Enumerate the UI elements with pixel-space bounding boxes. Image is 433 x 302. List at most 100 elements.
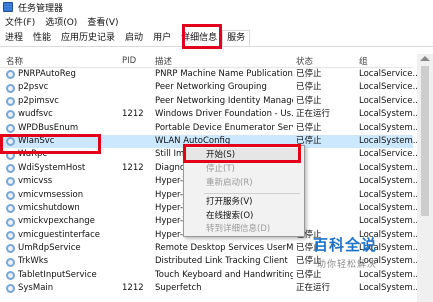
column-pid[interactable]: PID <box>122 56 150 66</box>
highlight-box-context-item <box>183 144 301 163</box>
service-group: LocalSystem... <box>359 109 417 120</box>
gear-icon <box>6 190 15 200</box>
service-name-text: p2pimsvc <box>18 95 59 106</box>
service-description: Superfetch <box>155 283 202 294</box>
service-name: vmickvpexchange <box>6 215 116 228</box>
tab-app-history[interactable]: 应用历史记录 <box>56 30 120 46</box>
service-status: 已停止 <box>296 135 322 146</box>
gear-icon <box>6 271 15 281</box>
service-name: vmicvmsession <box>6 189 116 202</box>
gear-icon <box>6 284 15 294</box>
service-group: LocalService... <box>359 149 417 160</box>
service-group: LocalSystem... <box>359 162 417 173</box>
service-name: UmRdpService <box>6 242 116 255</box>
watermark-logo: 百科全说 <box>313 236 378 254</box>
service-status: 正在运行 <box>296 283 331 294</box>
ctx-item-search-online[interactable]: 在线搜索(O) <box>206 210 253 222</box>
service-group: LocalSystem... <box>359 176 417 187</box>
vertical-scrollbar[interactable] <box>417 54 433 302</box>
highlight-box-row <box>0 134 101 154</box>
service-group: LocalService... <box>359 95 417 106</box>
tab-services[interactable]: 服务 <box>222 30 251 46</box>
service-name-text: PNRPAutoReg <box>18 69 76 79</box>
menu-options[interactable]: 选项(O) <box>40 15 82 28</box>
service-description: Peer Networking Identity Manager <box>155 95 293 106</box>
gear-icon <box>6 96 15 106</box>
scroll-up-arrow-icon[interactable] <box>420 56 430 61</box>
service-name-text: WPDBusEnum <box>18 122 79 133</box>
table-row[interactable]: PNRPAutoReg PNRP Machine Name Publication… <box>0 68 417 81</box>
scroll-thumb[interactable] <box>421 66 429 216</box>
table-row[interactable]: p2psvc Peer Networking Grouping 已停止 LocalSe… <box>0 81 417 94</box>
watermark-subtitle: 助你轻松解决 <box>317 260 378 270</box>
service-status: 已停止 <box>296 95 322 106</box>
service-group: LocalService... <box>359 69 417 79</box>
service-name: WPDBusEnum <box>6 122 116 135</box>
watermark: 百科全说 助你轻松解决 <box>313 232 409 274</box>
service-group: LocalSystem... <box>359 202 417 213</box>
tab-users[interactable]: 用户 <box>148 30 176 46</box>
ctx-item-open-services[interactable]: 打开服务(V) <box>206 196 252 208</box>
service-name: vmicshutdown <box>6 202 116 215</box>
gear-icon <box>6 257 15 267</box>
gear-icon <box>6 177 15 187</box>
service-name-text: vmicguestinterface <box>18 229 101 240</box>
column-status[interactable]: 状态 <box>296 55 356 67</box>
column-name[interactable]: 名称 <box>6 55 116 67</box>
service-name: wudfsvc <box>6 108 116 121</box>
service-name: WdiSystemHost <box>6 162 116 175</box>
menu-view[interactable]: 查看(V) <box>82 15 123 28</box>
service-name-text: SysMain <box>18 283 54 294</box>
service-name-text: vmickvpexchange <box>18 216 95 227</box>
column-description[interactable]: 描述 <box>155 55 293 67</box>
service-status: 已停止 <box>296 82 322 93</box>
service-pid: 1212 <box>122 283 144 294</box>
ctx-item-restart[interactable]: 重新启动(R) <box>206 177 253 189</box>
service-description: Peer Networking Grouping <box>155 82 267 93</box>
service-description: Distributed Link Tracking Client <box>155 256 288 267</box>
service-name-text: WdiSystemHost <box>18 162 86 173</box>
gear-icon <box>6 123 15 133</box>
title-bar: 任务管理器 <box>0 0 433 14</box>
table-row[interactable]: wudfsvc 1212 Windows Driver Foundation - U… <box>0 108 417 121</box>
tab-startup[interactable]: 启动 <box>120 30 148 46</box>
service-group: LocalSystem... <box>359 216 417 227</box>
service-name-text: vmicvmsession <box>18 189 84 200</box>
task-manager-icon <box>3 2 13 12</box>
highlight-box-tab <box>182 24 222 49</box>
column-group[interactable]: 组 <box>359 55 417 67</box>
service-description: PNRP Machine Name Publication... <box>155 69 293 79</box>
gear-icon <box>6 163 15 173</box>
column-header: 名称 PID 描述 状态 组 <box>0 54 412 68</box>
service-name: p2psvc <box>6 81 116 94</box>
service-name: SysMain <box>6 282 116 295</box>
service-name-text: vmicvss <box>18 176 53 187</box>
table-row[interactable]: WPDBusEnum Portable Device Enumerator Ser… <box>0 122 417 135</box>
gear-icon <box>6 110 15 120</box>
service-name-text: TrkWks <box>18 256 49 267</box>
service-description: Windows Driver Foundation - Us... <box>155 109 293 120</box>
service-description: Remote Desktop Services UserM... <box>155 243 293 254</box>
tab-performance[interactable]: 性能 <box>28 30 56 46</box>
gear-icon <box>6 204 15 214</box>
table-row[interactable]: p2pimsvc Peer Networking Identity Manager… <box>0 95 417 108</box>
service-pid: 1212 <box>122 162 144 173</box>
service-name: TabletInputService <box>6 269 116 282</box>
service-group: LocalSystem... <box>359 122 417 133</box>
service-name-text: vmicshutdown <box>18 202 80 213</box>
service-group: LocalSystem... <box>359 283 417 294</box>
service-group: LocalService... <box>359 82 417 93</box>
ctx-item-go-to-details[interactable]: 转到详细信息(D) <box>206 223 270 235</box>
service-name: TrkWks <box>6 255 116 268</box>
service-group: LocalSystem... <box>359 189 417 200</box>
menu-file[interactable]: 文件(F) <box>0 15 40 28</box>
window-title: 任务管理器 <box>18 3 64 14</box>
gear-icon <box>6 230 15 240</box>
ctx-separator <box>204 193 300 194</box>
tab-processes[interactable]: 进程 <box>0 30 28 46</box>
service-status: 正在运行 <box>296 109 331 120</box>
service-name: p2pimsvc <box>6 95 116 108</box>
ctx-item-stop[interactable]: 停止(T) <box>206 163 235 175</box>
table-row[interactable]: SysMain 1212 Superfetch 正在运行 LocalSystem... <box>0 282 417 295</box>
gear-icon <box>6 70 15 80</box>
